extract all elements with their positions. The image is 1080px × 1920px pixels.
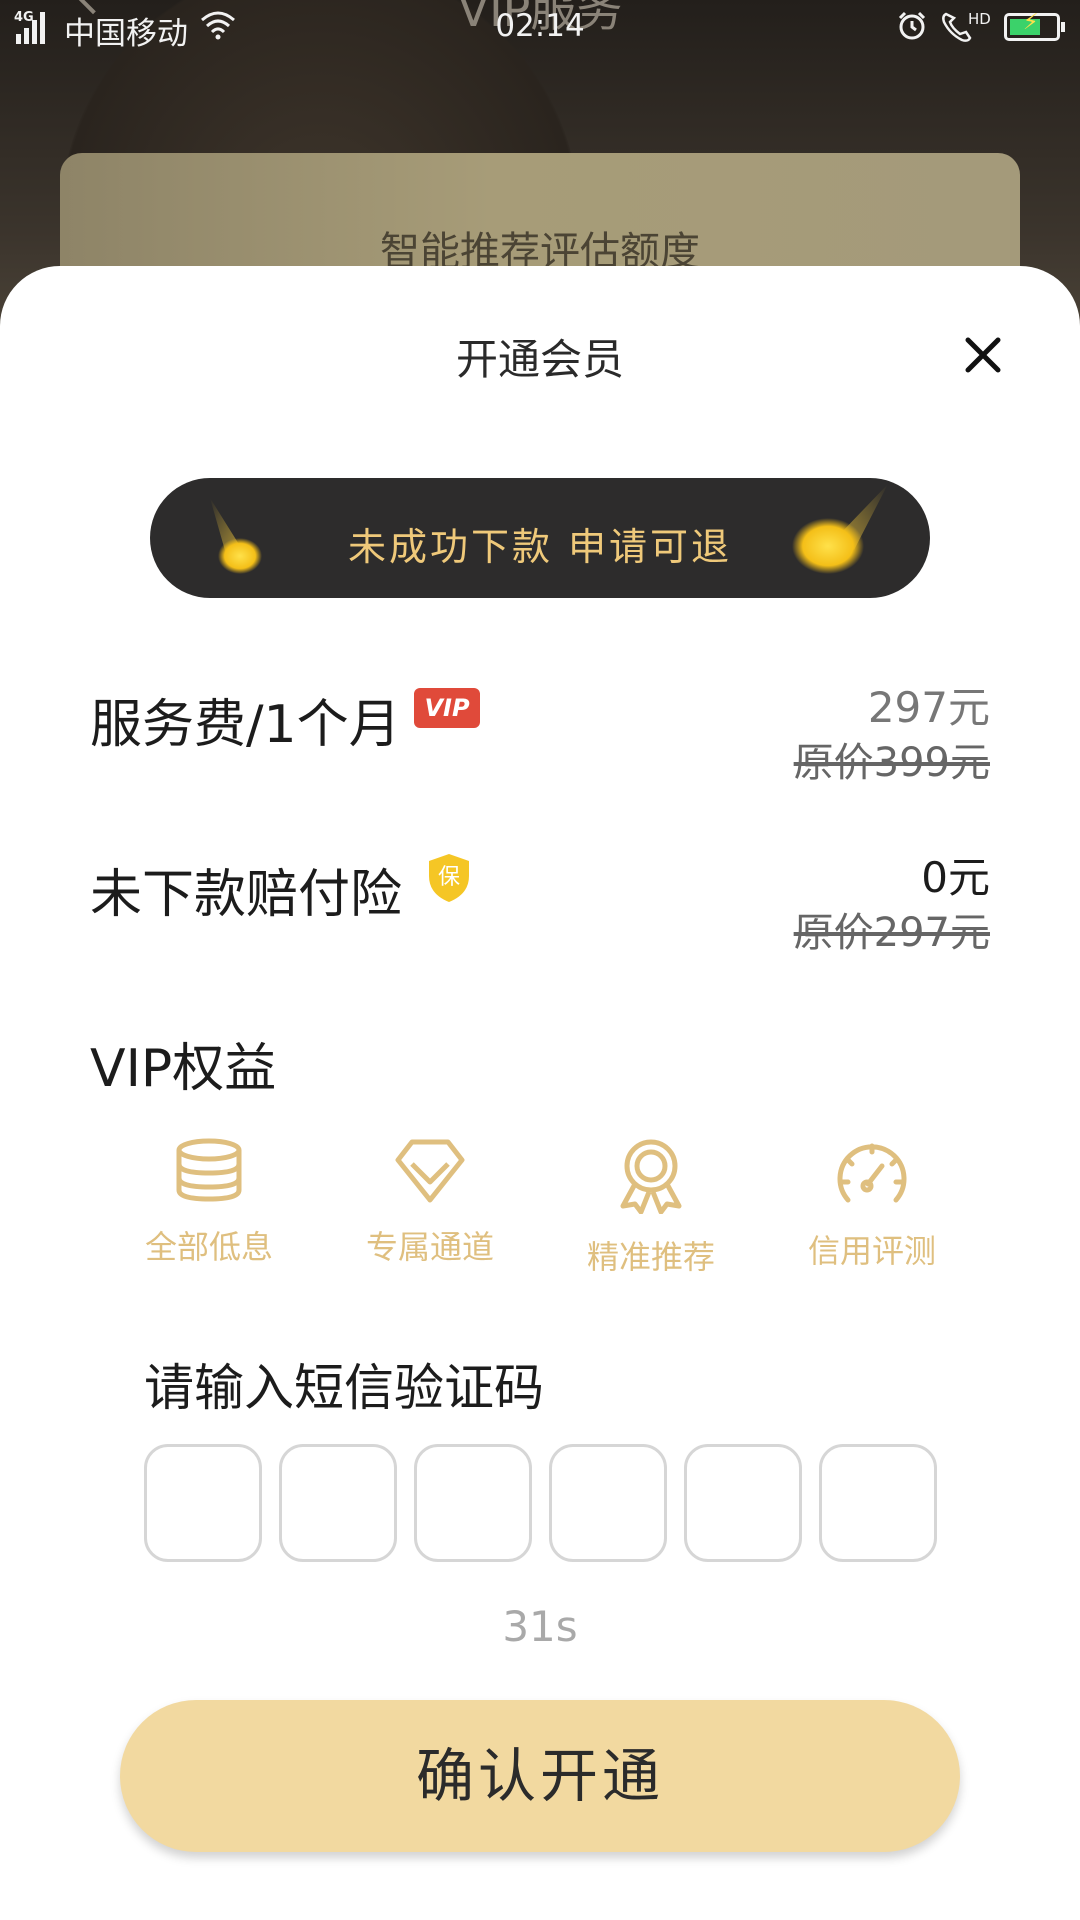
service-fee-label: 服务费/1个月 (90, 695, 401, 755)
service-fee-original-price: 原价399元 (793, 740, 990, 786)
medal-icon (620, 1139, 682, 1214)
benefit-label: 全部低息 (144, 1228, 273, 1266)
confirm-open-button[interactable]: 确认开通 (120, 1700, 960, 1852)
refund-banner: 未成功下款 申请可退 (150, 478, 930, 598)
resend-countdown: 31s (502, 1602, 578, 1651)
sms-code-title: 请输入短信验证码 (144, 1359, 544, 1417)
insurance-original-price: 原价297元 (793, 910, 990, 956)
sms-code-box-6[interactable] (819, 1444, 937, 1562)
insurance-row: 未下款赔付险 保 0元 原价297元 (90, 852, 990, 962)
benefit-label: 信用评测 (807, 1232, 936, 1270)
sms-code-box-2[interactable] (279, 1444, 397, 1562)
sms-code-box-4[interactable] (549, 1444, 667, 1562)
sms-code-box-1[interactable] (144, 1444, 262, 1562)
close-icon[interactable] (962, 334, 1004, 376)
diamond-icon (395, 1139, 465, 1203)
battery-icon: ⚡ (1004, 10, 1065, 41)
hd-label: HD (968, 10, 991, 28)
benefit-item-low-interest: 全部低息 (99, 1138, 319, 1268)
insurance-badge-text: 保 (438, 865, 460, 890)
database-icon (176, 1138, 242, 1202)
benefit-item-exclusive-channel: 专属通道 (320, 1138, 540, 1268)
insurance-label: 未下款赔付险 (90, 865, 403, 925)
sheet-title: 开通会员 (455, 335, 624, 384)
sms-code-box-5[interactable] (684, 1444, 802, 1562)
benefit-label: 精准推荐 (586, 1238, 715, 1276)
sms-code-box-3[interactable] (414, 1444, 532, 1562)
membership-sheet: 开通会员 未成功下款 申请可退 服务费/1个月 VIP 297元 原价399元 … (0, 266, 1080, 1920)
hd-call-icon: HD (938, 8, 996, 52)
alarm-icon (898, 11, 926, 40)
service-fee-price: 297元 (867, 683, 990, 732)
status-bar: 4G 中国移动 02:14 HD ⚡ (0, 0, 1080, 56)
speedometer-icon (837, 1143, 907, 1203)
coin-icon (792, 484, 888, 574)
vip-badge: VIP (414, 688, 480, 728)
shield-icon: 保 (429, 854, 469, 902)
service-fee-row: 服务费/1个月 VIP 297元 原价399元 (90, 682, 990, 792)
benefit-item-credit-test: 信用评测 (762, 1138, 982, 1272)
benefit-item-precise-recommend: 精准推荐 (541, 1138, 761, 1278)
insurance-price: 0元 (921, 853, 990, 902)
benefit-label: 专属通道 (365, 1228, 494, 1266)
benefits-title: VIP权益 (90, 1039, 277, 1099)
